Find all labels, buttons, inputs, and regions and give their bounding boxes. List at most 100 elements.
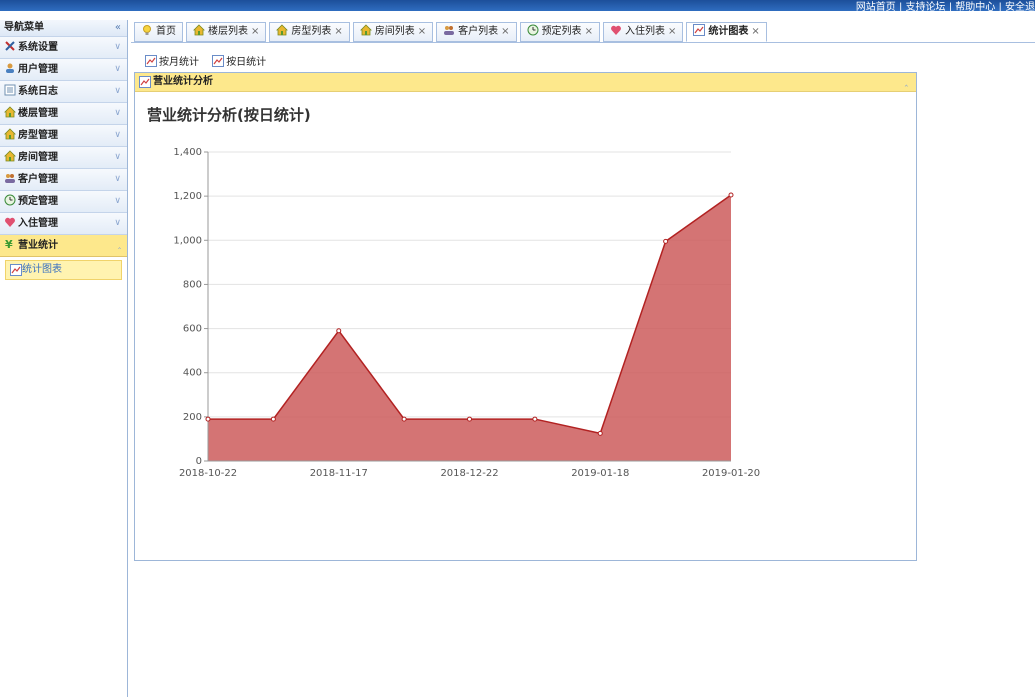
y-tick-label: 800 [183,279,202,290]
chart-icon [145,55,157,67]
sidebar-item-label: 系统设置 [18,42,58,53]
chevron-down-icon: ∨ [114,42,121,52]
tab-bar: 首页 楼层列表 × 房型列表 × 房间列表 × 客户列表 × 预定列表 × 入住列表 × 统计图表 × [134,22,770,42]
house-icon [276,24,289,36]
house-icon [4,106,16,118]
bulb-icon [143,25,151,35]
close-icon[interactable]: × [585,26,593,37]
sidebar-item-0[interactable]: 系统设置 ∨ [0,37,127,59]
sidebar-menu: 系统设置 ∨ 用户管理 ∨ 系统日志 ∨ 楼层管理 ∨ 房型管理 ∨ 房间管理 ∨ 客户管理 ∨ 预定管理 ∨… [0,37,127,257]
sidebar-item-label: 楼层管理 [18,108,58,119]
sidebar-item-label: 预定管理 [18,196,58,207]
sidebar-item-9[interactable]: ¥ 营业统计 ‸ [0,235,127,257]
sidebar-header: 导航菜单 « [0,20,127,37]
by-month-label: 按月统计 [159,57,199,68]
house-icon [359,24,372,36]
tools-icon [5,41,15,51]
tab-5[interactable]: 预定列表 × [519,22,600,42]
money-icon: ¥ [5,238,13,250]
sidebar-collapse-button[interactable]: « [115,20,121,36]
data-point [728,192,734,198]
sidebar-subitem-chart[interactable]: 统计图表 [5,260,122,280]
users-icon [444,26,455,35]
sub-toolbar: 按月统计 按日统计 [145,53,276,68]
tab-4[interactable]: 客户列表 × [436,22,517,42]
tab-label: 楼层列表 [208,26,248,37]
sidebar-item-label: 房型管理 [18,130,58,141]
sidebar: 导航菜单 « 系统设置 ∨ 用户管理 ∨ 系统日志 ∨ 楼层管理 ∨ 房型管理 ∨ 房间管理 ∨ 客户管… [0,20,128,697]
svg-text:¥: ¥ [5,238,13,250]
sidebar-item-label: 房间管理 [18,152,58,163]
x-tick-label: 2018-10-22 [179,468,237,479]
y-tick-label: 1,200 [173,191,202,202]
data-point [336,328,342,334]
tab-3[interactable]: 房间列表 × [352,22,434,42]
house-icon [4,150,16,162]
y-tick-label: 0 [196,456,202,467]
x-tick-label: 2018-12-22 [440,468,498,479]
chevron-down-icon: ∨ [114,64,121,74]
y-tick-label: 1,400 [173,147,202,158]
tab-0[interactable]: 首页 [134,22,183,42]
sidebar-item-4[interactable]: 房型管理 ∨ [0,125,127,147]
tab-7[interactable]: 统计图表 × [686,22,767,42]
by-day-button[interactable]: 按日统计 [212,55,267,68]
tab-6[interactable]: 入住列表 × [602,22,684,42]
clock-icon [527,24,539,36]
sidebar-item-2[interactable]: 系统日志 ∨ [0,81,127,103]
top-banner: 网站首页 | 支持论坛 | 帮助中心 | 安全退 [0,0,1035,11]
tab-2[interactable]: 房型列表 × [269,22,350,42]
by-day-label: 按日统计 [226,57,267,68]
tab-1[interactable]: 楼层列表 × [186,22,267,42]
chevron-down-icon: ∨ [114,130,121,140]
chevron-down-icon: ∨ [114,218,121,228]
by-month-button[interactable]: 按月统计 [145,55,202,68]
data-point [401,416,407,422]
close-icon[interactable]: × [501,26,509,37]
sidebar-item-1[interactable]: 用户管理 ∨ [0,59,127,81]
sidebar-item-8[interactable]: 入住管理 ∨ [0,213,127,235]
heart-icon [610,25,621,35]
data-point [597,430,603,436]
chart-icon [10,264,22,276]
sidebar-item-label: 客户管理 [18,174,58,185]
data-point [467,416,472,422]
tab-label: 首页 [156,26,176,37]
sidebar-item-7[interactable]: 预定管理 ∨ [0,191,127,213]
clock-icon [4,194,16,206]
tab-divider [131,42,1035,43]
y-tick-label: 600 [183,324,202,335]
sidebar-item-5[interactable]: 房间管理 ∨ [0,147,127,169]
data-point [270,416,276,422]
data-point [663,238,669,244]
sidebar-item-6[interactable]: 客户管理 ∨ [0,169,127,191]
chevron-up-icon: ‸ [117,240,121,250]
chevron-down-icon: ∨ [114,152,121,162]
y-tick-label: 400 [183,368,202,379]
x-tick-label: 2019-01-20 [702,468,760,479]
tab-label: 房型列表 [291,26,332,37]
house-icon [4,128,16,140]
tab-label: 统计图表 [708,26,749,37]
sidebar-title: 导航菜单 [4,22,44,33]
tab-label: 房间列表 [374,26,415,37]
header-links[interactable]: 网站首页 | 支持论坛 | 帮助中心 | 安全退 [856,0,1035,11]
area-chart: 0 200 400 600 800 1,000 1,200 1,400 2018-10-22 20… [173,147,760,479]
data-point [205,416,211,422]
close-icon[interactable]: × [418,26,426,37]
sidebar-item-label: 营业统计 [18,240,58,251]
tab-label: 预定列表 [541,26,582,37]
y-tick-label: 200 [183,412,202,423]
sidebar-item-label: 用户管理 [18,64,58,75]
heart-icon [5,217,15,227]
close-icon[interactable]: × [751,26,759,37]
close-icon[interactable]: × [334,26,342,37]
close-icon[interactable]: × [251,26,259,37]
sidebar-item-label: 入住管理 [18,218,58,229]
users-icon [5,174,15,183]
close-icon[interactable]: × [668,26,676,37]
sidebar-item-3[interactable]: 楼层管理 ∨ [0,103,127,125]
stats-panel: 营业统计分析 ‸ 营业统计分析(按日统计) 0 200 400 600 800 1,000… [134,72,917,561]
user-icon [6,63,14,73]
chevron-down-icon: ∨ [114,108,121,118]
